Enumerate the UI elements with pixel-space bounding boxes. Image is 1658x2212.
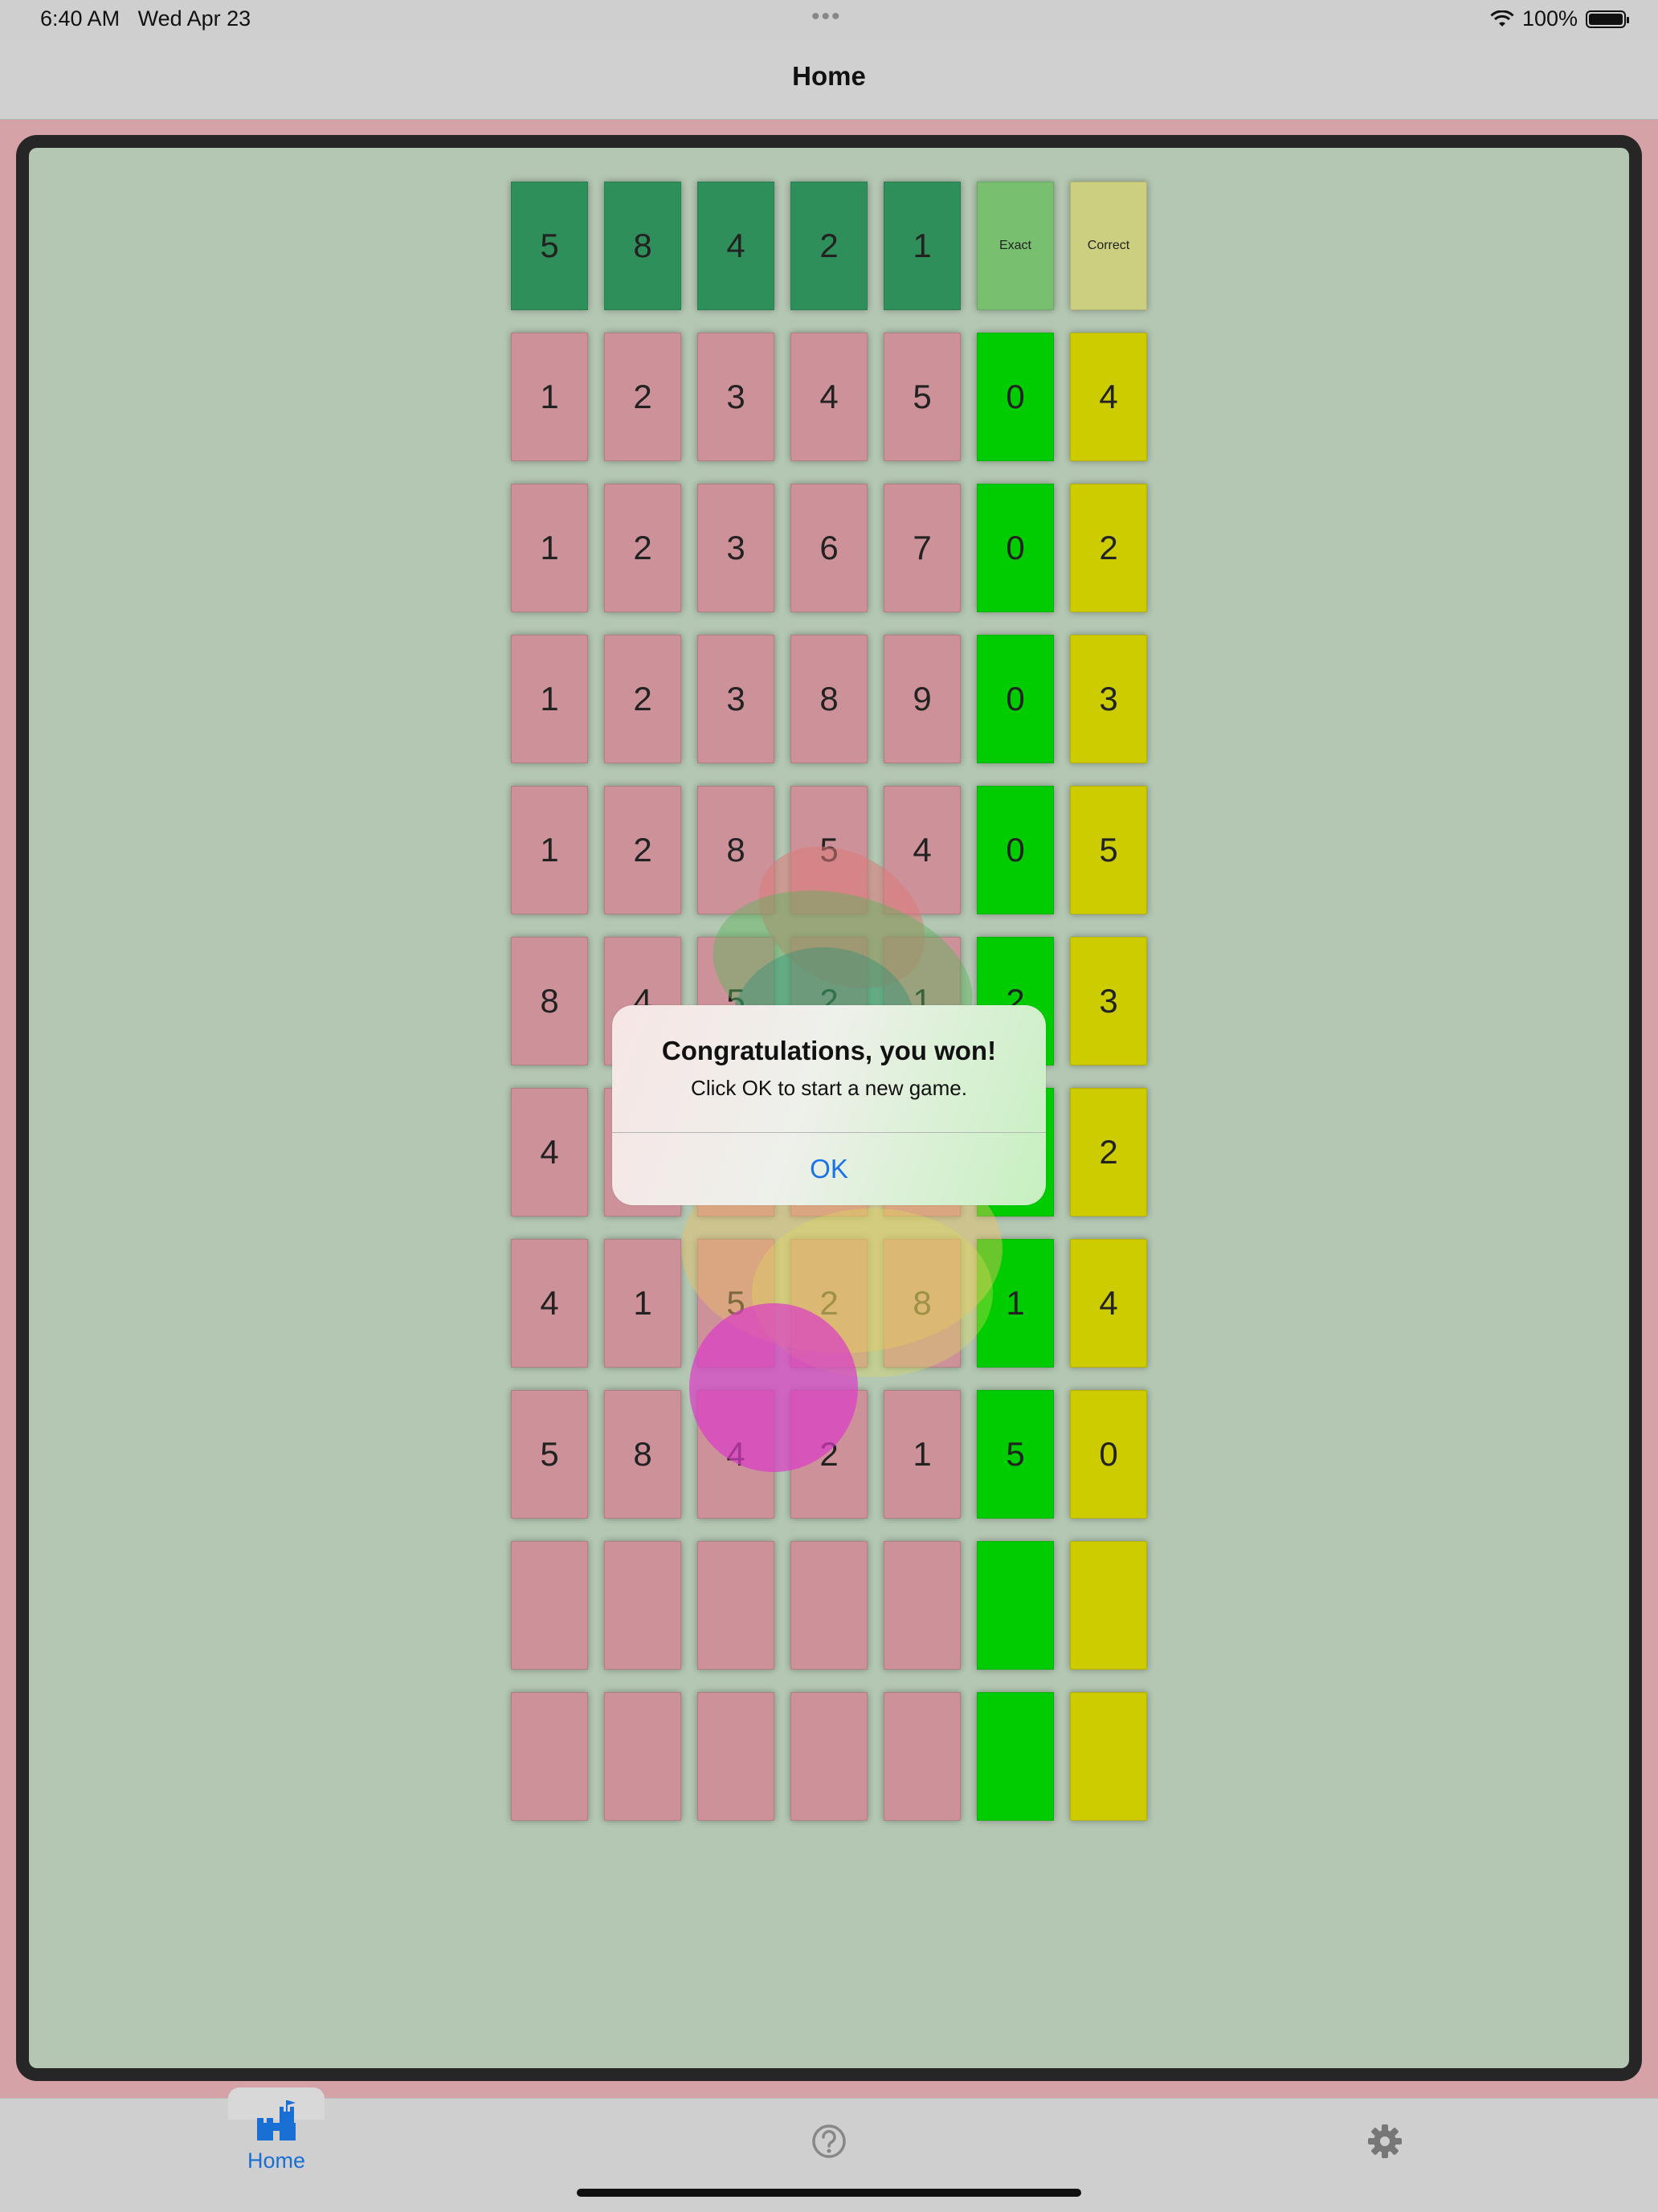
guess-digit-cell: 3 (697, 484, 774, 612)
exact-count-cell: 0 (977, 333, 1054, 461)
guess-digit-cell (511, 1692, 588, 1821)
guess-digit-cell (790, 1692, 868, 1821)
guess-digit-cell: 3 (697, 333, 774, 461)
guess-digit-cell: 7 (884, 484, 961, 612)
status-date-text: Wed Apr 23 (137, 6, 251, 31)
status-time-text: 6:40 AM (40, 6, 120, 31)
exact-count-cell: 5 (977, 1390, 1054, 1519)
guess-digit-cell: 8 (790, 635, 868, 763)
correct-count-cell: 4 (1070, 1239, 1147, 1368)
guess-digit-cell: 1 (884, 1390, 961, 1519)
exact-header: Exact (977, 182, 1054, 310)
tab-home[interactable]: Home (228, 2099, 325, 2173)
castle-icon (257, 2100, 296, 2140)
ok-button[interactable]: OK (612, 1133, 1046, 1205)
tab-help[interactable] (807, 2123, 851, 2160)
guess-digit-cell: 5 (511, 1390, 588, 1519)
alert-message: Click OK to start a new game. (691, 1076, 967, 1100)
exact-count-cell: 0 (977, 786, 1054, 914)
guess-digit-cell (884, 1541, 961, 1670)
correct-count-cell: 3 (1070, 635, 1147, 763)
guess-digit-cell (604, 1541, 681, 1670)
correct-count-cell: 4 (1070, 333, 1147, 461)
wifi-icon (1490, 10, 1514, 27)
multitasking-dots-icon[interactable]: ••• (811, 3, 842, 31)
page-title: Home (792, 61, 866, 91)
correct-header: Correct (1070, 182, 1147, 310)
home-indicator[interactable] (577, 2189, 1081, 2197)
secret-digit-cell: 5 (511, 182, 588, 310)
secret-digit-cell: 4 (697, 182, 774, 310)
guess-digit-cell: 8 (511, 937, 588, 1065)
secret-digit-cell: 8 (604, 182, 681, 310)
guess-digit-cell: 6 (790, 484, 868, 612)
question-circle-icon (812, 2124, 846, 2158)
guess-digit-cell (884, 1692, 961, 1821)
exact-count-cell (977, 1692, 1054, 1821)
alert-title: Congratulations, you won! (661, 1036, 997, 1065)
guess-digit-cell (511, 1541, 588, 1670)
exact-count-cell: 0 (977, 635, 1054, 763)
status-bar: 6:40 AM Wed Apr 23 ••• 100% (0, 0, 1658, 40)
guess-digit-cell (697, 1541, 774, 1670)
guess-digit-cell: 4 (511, 1088, 588, 1216)
correct-count-cell: 3 (1070, 937, 1147, 1065)
guess-digit-cell: 1 (604, 1239, 681, 1368)
correct-count-cell: 2 (1070, 1088, 1147, 1216)
exact-count-cell: 0 (977, 484, 1054, 612)
guess-digit-cell (790, 1541, 868, 1670)
guess-digit-cell: 5 (884, 333, 961, 461)
navigation-bar: Home (0, 40, 1658, 120)
guess-digit-cell: 8 (604, 1390, 681, 1519)
correct-count-cell: 0 (1070, 1390, 1147, 1519)
guess-digit-cell: 2 (604, 786, 681, 914)
status-time: 6:40 AM Wed Apr 23 (40, 6, 251, 31)
correct-count-cell: 2 (1070, 484, 1147, 612)
status-indicators: 100% (1490, 6, 1629, 31)
guess-digit-cell: 9 (884, 635, 961, 763)
correct-count-cell (1070, 1692, 1147, 1821)
secret-digit-cell: 2 (790, 182, 868, 310)
guess-digit-cell: 2 (604, 333, 681, 461)
guess-digit-cell: 1 (511, 484, 588, 612)
guess-digit-cell: 4 (511, 1239, 588, 1368)
gear-icon (1368, 2124, 1402, 2158)
exact-count-cell (977, 1541, 1054, 1670)
battery-percent: 100% (1521, 6, 1578, 31)
guess-digit-cell: 1 (511, 635, 588, 763)
guess-digit-cell: 3 (697, 635, 774, 763)
guess-digit-cell: 2 (604, 484, 681, 612)
correct-count-cell: 5 (1070, 786, 1147, 914)
guess-digit-cell (604, 1692, 681, 1821)
guess-digit-cell: 1 (511, 333, 588, 461)
guess-digit-cell: 1 (511, 786, 588, 914)
tab-settings[interactable] (1362, 2123, 1407, 2160)
guess-digit-cell (697, 1692, 774, 1821)
correct-count-cell (1070, 1541, 1147, 1670)
battery-icon (1586, 10, 1629, 28)
secret-digit-cell: 1 (884, 182, 961, 310)
guess-digit-cell: 2 (604, 635, 681, 763)
tab-home-label: Home (247, 2149, 306, 2173)
confetti-blob (689, 1303, 858, 1472)
win-alert: Congratulations, you won! Click OK to st… (612, 1005, 1046, 1205)
guess-digit-cell: 4 (790, 333, 868, 461)
